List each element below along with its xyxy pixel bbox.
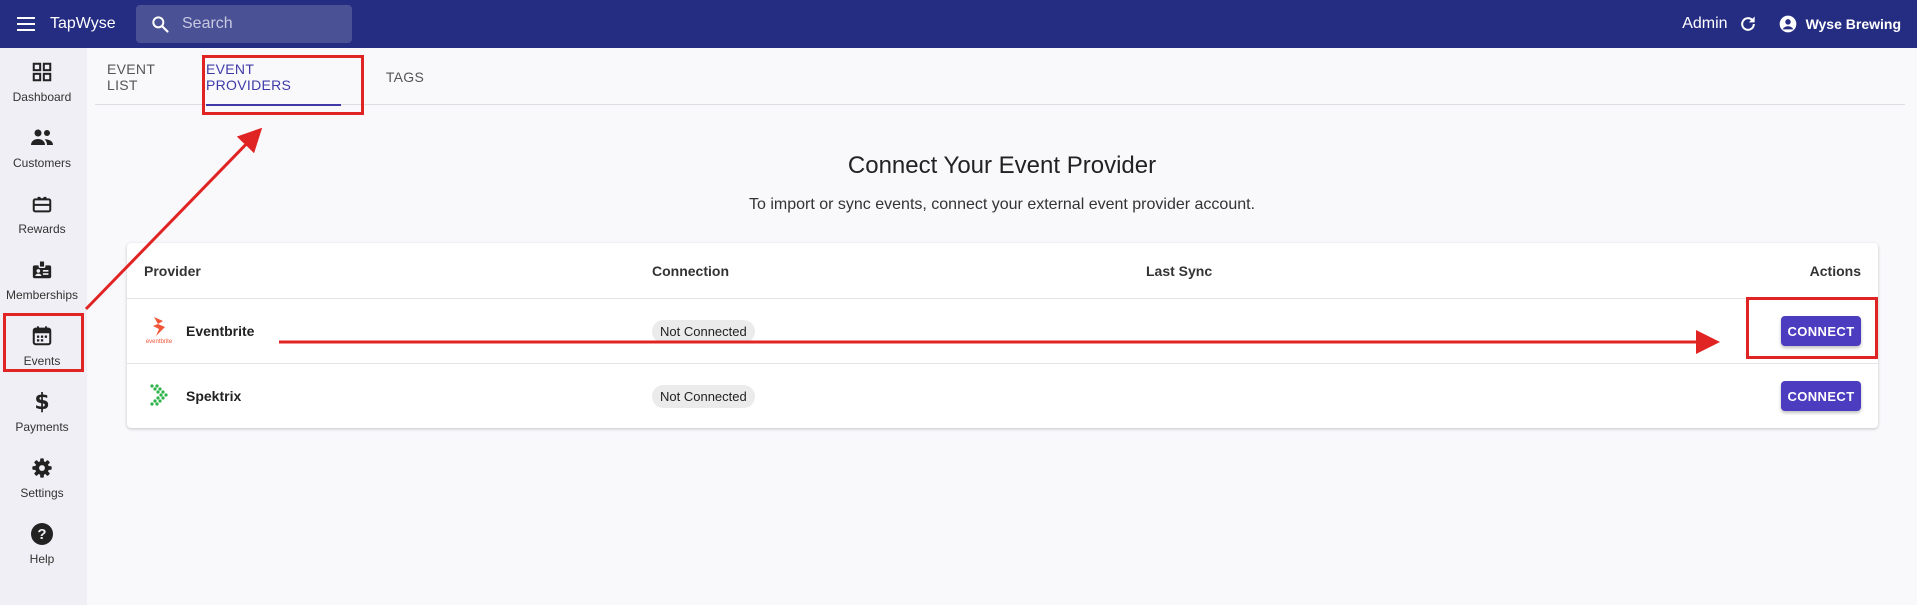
connection-status-chip: Not Connected — [652, 384, 755, 408]
search-input[interactable] — [182, 15, 342, 33]
connect-spektrix-button[interactable]: CONNECT — [1781, 381, 1861, 411]
admin-label: Admin — [1682, 15, 1728, 32]
highlight-box-event-providers-tab — [202, 55, 364, 115]
sidebar-item-label: Settings — [20, 486, 64, 500]
column-header-last-sync: Last Sync — [1146, 262, 1213, 279]
provider-cell: Spektrix — [144, 364, 241, 428]
dollar-icon: $ — [34, 389, 50, 415]
tab-bar: EVENT LIST EVENT PROVIDERS TAGS — [95, 48, 1905, 106]
column-header-actions: Actions — [1809, 262, 1861, 279]
sidebar-item-memberships[interactable]: Memberships — [0, 250, 84, 316]
sidebar-item-help[interactable]: ? Help — [0, 514, 84, 580]
sidebar-item-payments[interactable]: $ Payments — [0, 382, 84, 448]
gear-icon — [31, 456, 53, 480]
connection-cell: Not Connected — [652, 364, 755, 428]
provider-cell: eventbrite Eventbrite — [144, 299, 254, 363]
connection-cell: Not Connected — [652, 299, 755, 363]
sidebar-item-rewards[interactable]: Rewards — [0, 184, 84, 250]
column-header-connection: Connection — [652, 262, 729, 279]
brand-title[interactable]: TapWyse — [50, 15, 116, 33]
page-subtitle: To import or sync events, connect your e… — [748, 196, 1256, 213]
sidebar-item-label: Customers — [12, 156, 71, 170]
svg-text:eventbrite: eventbrite — [146, 339, 173, 344]
table-row: eventbrite Eventbrite Not Connected CONN… — [127, 298, 1878, 363]
highlight-box-connect-button — [1746, 297, 1878, 359]
tab-tags[interactable]: TAGS — [385, 48, 425, 105]
spektrix-logo — [144, 379, 174, 414]
svg-text:?: ? — [37, 526, 46, 543]
eventbrite-logo: eventbrite — [144, 314, 174, 349]
search-box[interactable] — [136, 5, 352, 43]
sidebar-item-customers[interactable]: Customers — [0, 118, 84, 184]
refresh-icon[interactable] — [1738, 14, 1758, 34]
sidebar-item-label: Memberships — [5, 288, 79, 302]
providers-table: Provider Connection Last Sync Actions ev… — [127, 243, 1878, 428]
sidebar-item-label: Payments — [15, 420, 69, 434]
provider-name: Spektrix — [186, 388, 242, 404]
actions-cell: CONNECT — [1781, 364, 1861, 428]
connection-status-chip: Not Connected — [652, 319, 755, 343]
search-icon — [152, 16, 169, 33]
sidebar-item-settings[interactable]: Settings — [0, 448, 84, 514]
gift-card-icon — [31, 192, 53, 216]
people-icon — [30, 126, 54, 150]
hamburger-menu-icon[interactable] — [14, 12, 38, 36]
app-bar: TapWyse Admin Wyse Brewing — [0, 0, 1917, 48]
sidebar-item-label: Help — [29, 552, 55, 566]
membership-badge-icon — [31, 258, 53, 282]
highlight-box-events-nav — [3, 313, 84, 372]
table-row: Spektrix Not Connected CONNECT — [127, 363, 1878, 428]
dashboard-icon — [31, 60, 53, 84]
account-name[interactable]: Wyse Brewing — [1806, 16, 1901, 32]
column-header-provider: Provider — [144, 262, 201, 279]
sidebar-item-label: Dashboard — [12, 90, 72, 104]
help-circle-icon: ? — [30, 522, 54, 546]
tab-event-list[interactable]: EVENT LIST — [107, 48, 189, 105]
sidebar-item-dashboard[interactable]: Dashboard — [0, 52, 84, 118]
provider-name: Eventbrite — [186, 323, 255, 339]
sidebar-item-label: Rewards — [18, 222, 66, 236]
account-circle-icon[interactable] — [1778, 14, 1798, 34]
page-title: Connect Your Event Provider — [847, 152, 1157, 179]
